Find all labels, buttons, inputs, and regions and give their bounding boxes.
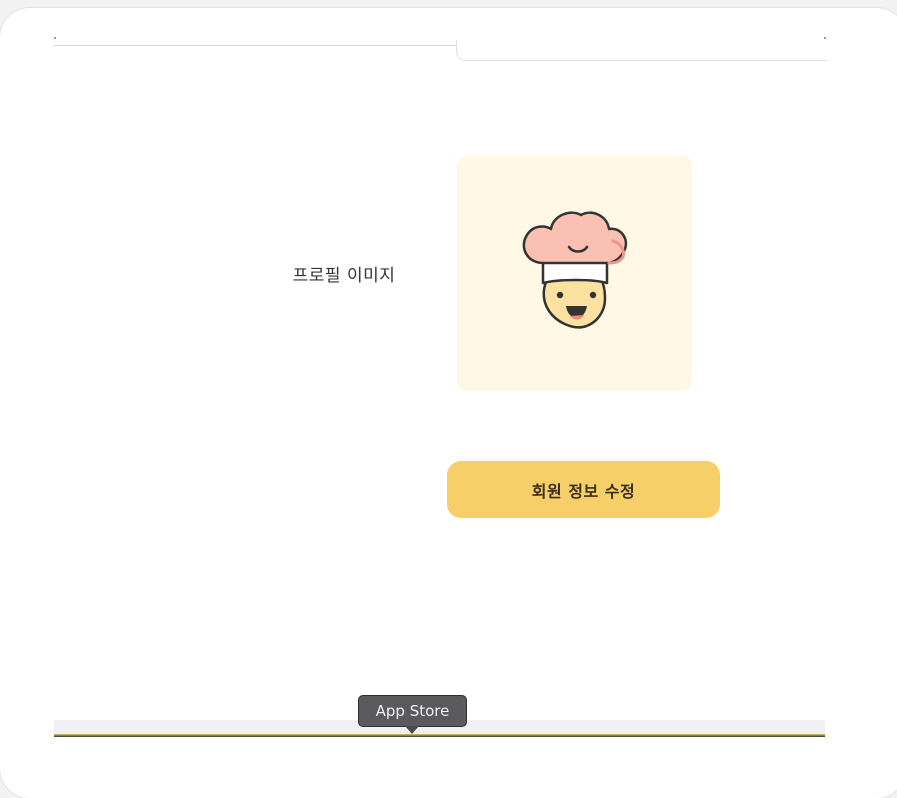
chef-hat-smiley-icon: [522, 211, 628, 329]
edit-profile-button[interactable]: 회원 정보 수정: [447, 461, 720, 518]
app-window: [0, 8, 897, 798]
dock-divider: [54, 734, 825, 737]
profile-image-label: 프로필 이미지: [292, 266, 396, 286]
profile-image[interactable]: [457, 156, 692, 391]
divider-marker: [54, 37, 56, 39]
tooltip-arrow: [405, 726, 419, 734]
previous-field[interactable]: [456, 40, 827, 61]
app-store-tooltip: App Store: [358, 695, 467, 727]
divider-marker: [824, 37, 826, 39]
